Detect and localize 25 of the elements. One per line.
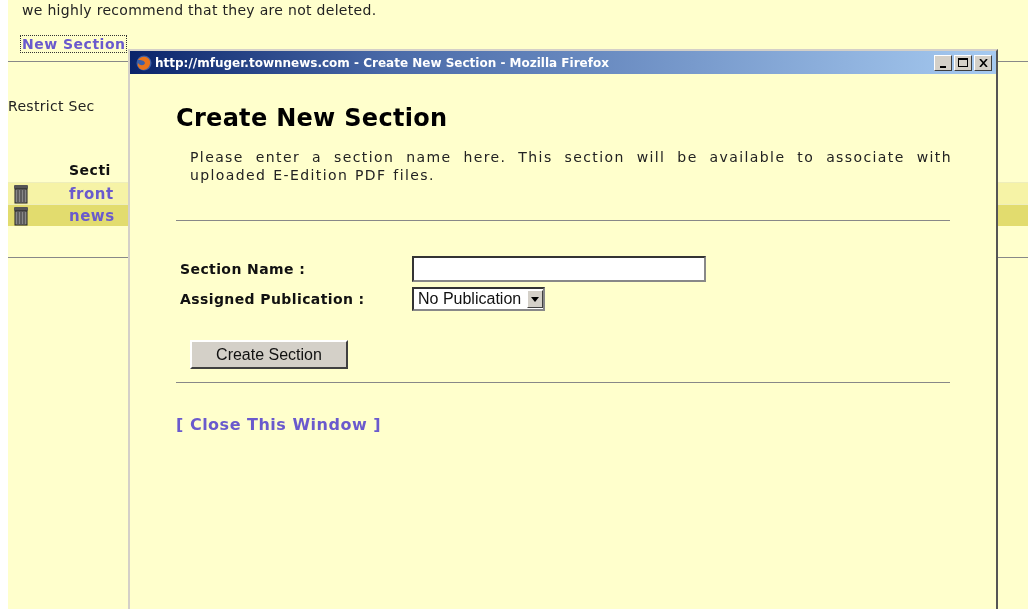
browser-logo-icon	[136, 54, 152, 71]
section-name-field[interactable]	[412, 256, 706, 282]
trash-icon[interactable]	[13, 205, 29, 226]
notice-text: we highly recommend that they are not deleted.	[22, 2, 378, 20]
minimize-icon	[940, 65, 946, 68]
close-icon	[978, 58, 988, 67]
dialog-heading: Create New Section	[176, 104, 449, 132]
new-section-link[interactable]: New Section	[21, 36, 127, 52]
create-section-button[interactable]: Create Section	[190, 340, 348, 369]
close-window-link[interactable]: [ Close This Window ]	[176, 415, 382, 434]
column-header: Secti	[69, 162, 111, 180]
section-link[interactable]: news	[69, 206, 115, 225]
restrict-label: Restrict Sec	[8, 98, 96, 114]
close-button[interactable]	[974, 54, 992, 71]
intro-text: Please enter a section name here. This section will be available to associate with uploaded E-Edition PDF files.	[190, 148, 952, 184]
maximize-icon	[958, 58, 968, 67]
field-label: Assigned Publication :	[180, 291, 366, 307]
caret-icon	[531, 296, 540, 302]
window-title: http://mfuger.townnews.com - Create New Section - Mozilla Firefox	[155, 55, 610, 70]
trash-icon[interactable]	[13, 183, 29, 204]
section-link[interactable]: front	[69, 184, 114, 203]
publication-dropdown[interactable]: No Publication	[412, 287, 546, 311]
minimize-button[interactable]	[934, 54, 952, 71]
field-label: Section Name :	[180, 261, 307, 277]
maximize-button[interactable]	[954, 54, 972, 71]
